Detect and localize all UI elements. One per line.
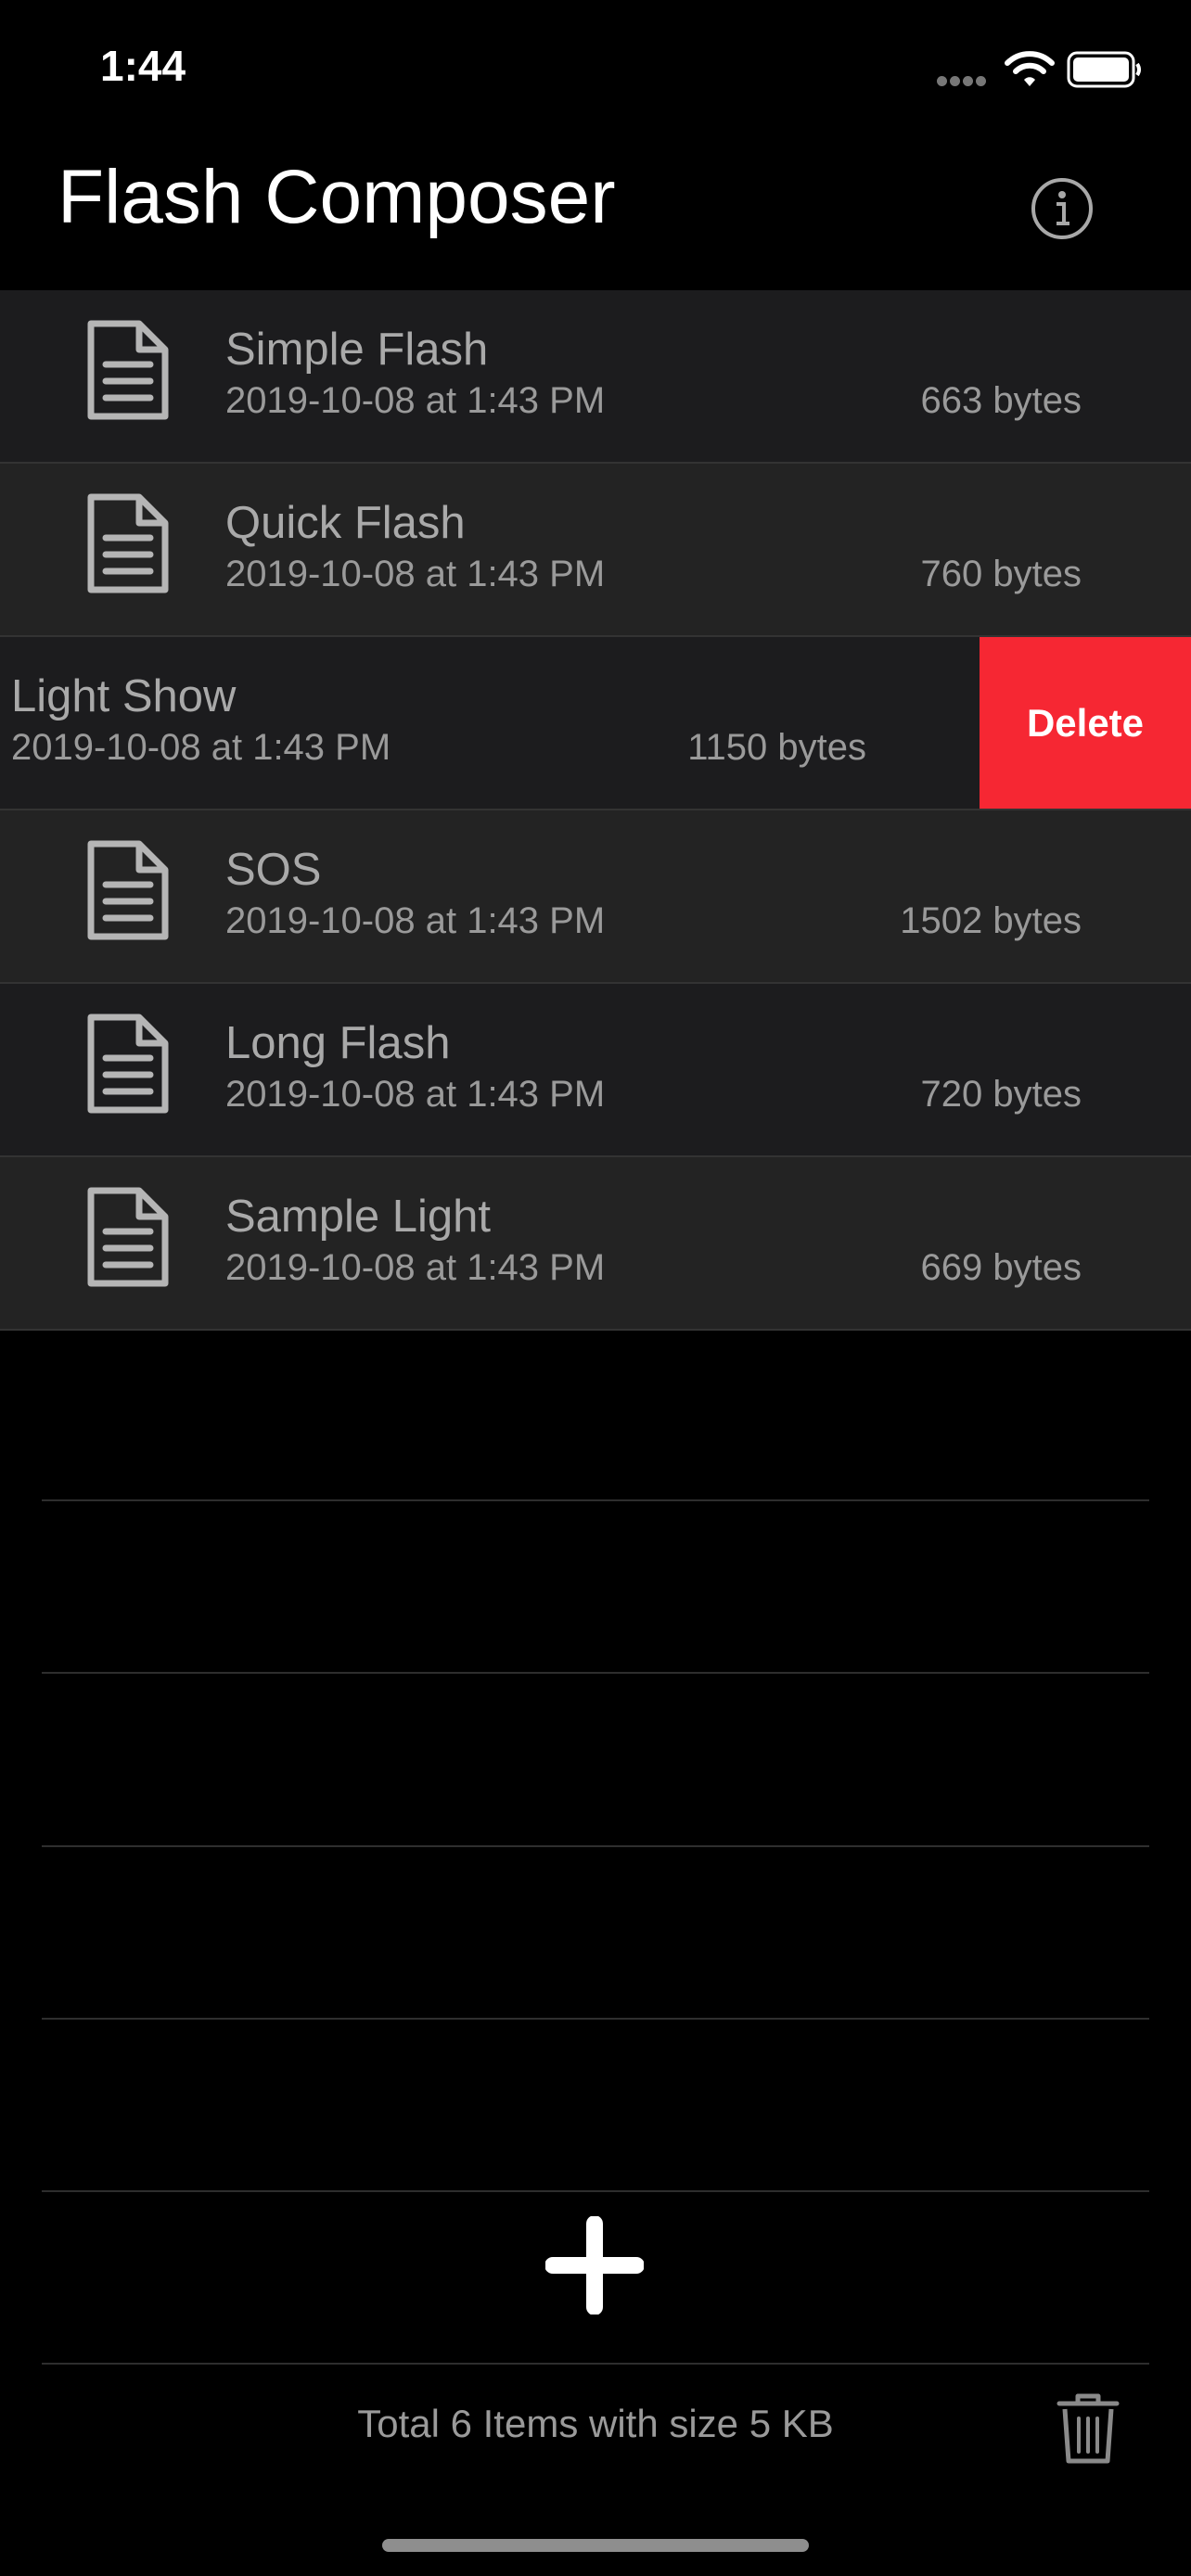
item-date: 2019-10-08 at 1:43 PM — [225, 1074, 606, 1115]
home-indicator[interactable] — [382, 2539, 809, 2552]
info-circle-icon[interactable] — [1030, 176, 1095, 241]
list-item[interactable]: SOS 2019-10-08 at 1:43 PM 1502 bytes — [0, 810, 1191, 984]
list-item[interactable]: Quick Flash 2019-10-08 at 1:43 PM 760 by… — [0, 464, 1191, 637]
row-separator — [42, 2018, 1149, 2020]
document-icon — [87, 840, 169, 940]
row-separator — [42, 2363, 1149, 2365]
item-title: Simple Flash — [225, 325, 489, 375]
row-separator — [42, 1845, 1149, 1847]
plus-icon[interactable] — [545, 2216, 644, 2315]
item-size: 1150 bytes — [687, 727, 866, 768]
item-title: Long Flash — [225, 1018, 451, 1068]
row-separator — [42, 1499, 1149, 1501]
item-size: 663 bytes — [920, 380, 1082, 421]
item-size: 760 bytes — [920, 554, 1082, 594]
item-title: SOS — [225, 845, 322, 895]
list-item[interactable]: Simple Flash 2019-10-08 at 1:43 PM 663 b… — [0, 290, 1191, 464]
item-title: Light Show — [11, 671, 237, 721]
item-date: 2019-10-08 at 1:43 PM — [225, 1247, 606, 1288]
item-date: 2019-10-08 at 1:43 PM — [225, 900, 606, 941]
document-icon — [87, 1187, 169, 1287]
list-item[interactable]: Sample Light 2019-10-08 at 1:43 PM 669 b… — [0, 1157, 1191, 1331]
document-icon — [87, 1014, 169, 1114]
document-icon — [87, 320, 169, 420]
list-item-swiped[interactable]: Light Show 2019-10-08 at 1:43 PM 1150 by… — [0, 637, 1191, 810]
item-date: 2019-10-08 at 1:43 PM — [225, 380, 606, 421]
document-icon — [87, 493, 169, 593]
item-size: 669 bytes — [920, 1247, 1082, 1288]
footer-summary: Total 6 Items with size 5 KB — [357, 2402, 834, 2445]
item-date: 2019-10-08 at 1:43 PM — [11, 727, 391, 768]
row-separator — [42, 1672, 1149, 1674]
item-date: 2019-10-08 at 1:43 PM — [225, 554, 606, 594]
row-separator — [42, 2190, 1149, 2192]
file-list: Simple Flash 2019-10-08 at 1:43 PM 663 b… — [0, 290, 1191, 1331]
delete-button[interactable]: Delete — [980, 637, 1191, 809]
item-title: Sample Light — [225, 1192, 492, 1242]
item-size: 1502 bytes — [900, 900, 1082, 941]
page-title: Flash Composer — [58, 155, 616, 239]
signal-strength-icon — [937, 74, 989, 91]
battery-icon — [1067, 51, 1141, 88]
item-title: Quick Flash — [225, 498, 466, 548]
item-size: 720 bytes — [920, 1074, 1082, 1115]
status-time: 1:44 — [100, 42, 186, 90]
list-item[interactable]: Long Flash 2019-10-08 at 1:43 PM 720 byt… — [0, 984, 1191, 1157]
trash-icon[interactable] — [1056, 2391, 1121, 2465]
wifi-icon — [1005, 51, 1055, 86]
status-bar: 1:44 — [0, 0, 1191, 139]
